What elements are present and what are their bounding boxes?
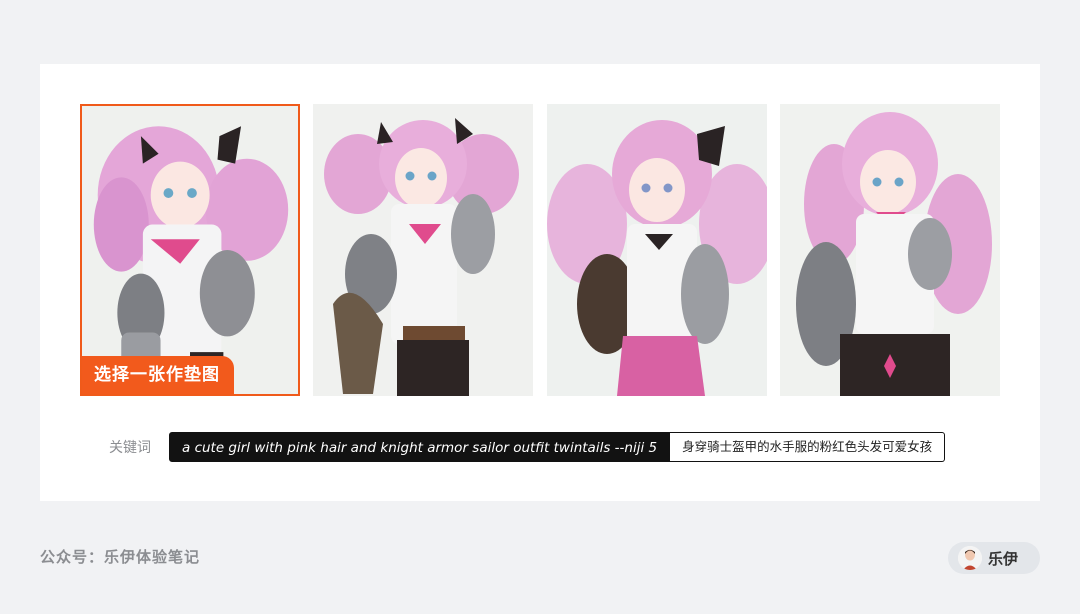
gallery-image-1[interactable]: 选择一张作垫图 — [80, 104, 300, 396]
gallery-image-4[interactable] — [780, 104, 1000, 396]
author-name: 乐伊 — [988, 549, 1019, 568]
prompt-english: a cute girl with pink hair and knight ar… — [169, 432, 671, 462]
anime-girl-illustration — [780, 104, 1000, 396]
content-card: 选择一张作垫图 关键词 a cute girl with pink hair a… — [40, 64, 1040, 501]
author-chip: 乐伊 — [948, 542, 1040, 574]
keyword-row: 关键词 a cute girl with pink hair and knigh… — [109, 432, 946, 462]
keyword-label: 关键词 — [109, 440, 151, 456]
select-reference-badge[interactable]: 选择一张作垫图 — [82, 356, 234, 394]
avatar-icon — [958, 546, 982, 570]
image-gallery: 选择一张作垫图 — [80, 104, 1000, 396]
gallery-image-3[interactable] — [547, 104, 767, 396]
anime-girl-illustration — [313, 104, 533, 396]
author-avatar — [958, 546, 982, 570]
prompt-chinese: 身穿骑士盔甲的水手服的粉红色头发可爱女孩 — [670, 432, 946, 462]
source-label: 公众号：乐伊体验笔记 — [40, 548, 201, 566]
anime-girl-illustration — [82, 106, 298, 394]
anime-girl-illustration — [547, 104, 767, 396]
gallery-image-2[interactable] — [313, 104, 533, 396]
